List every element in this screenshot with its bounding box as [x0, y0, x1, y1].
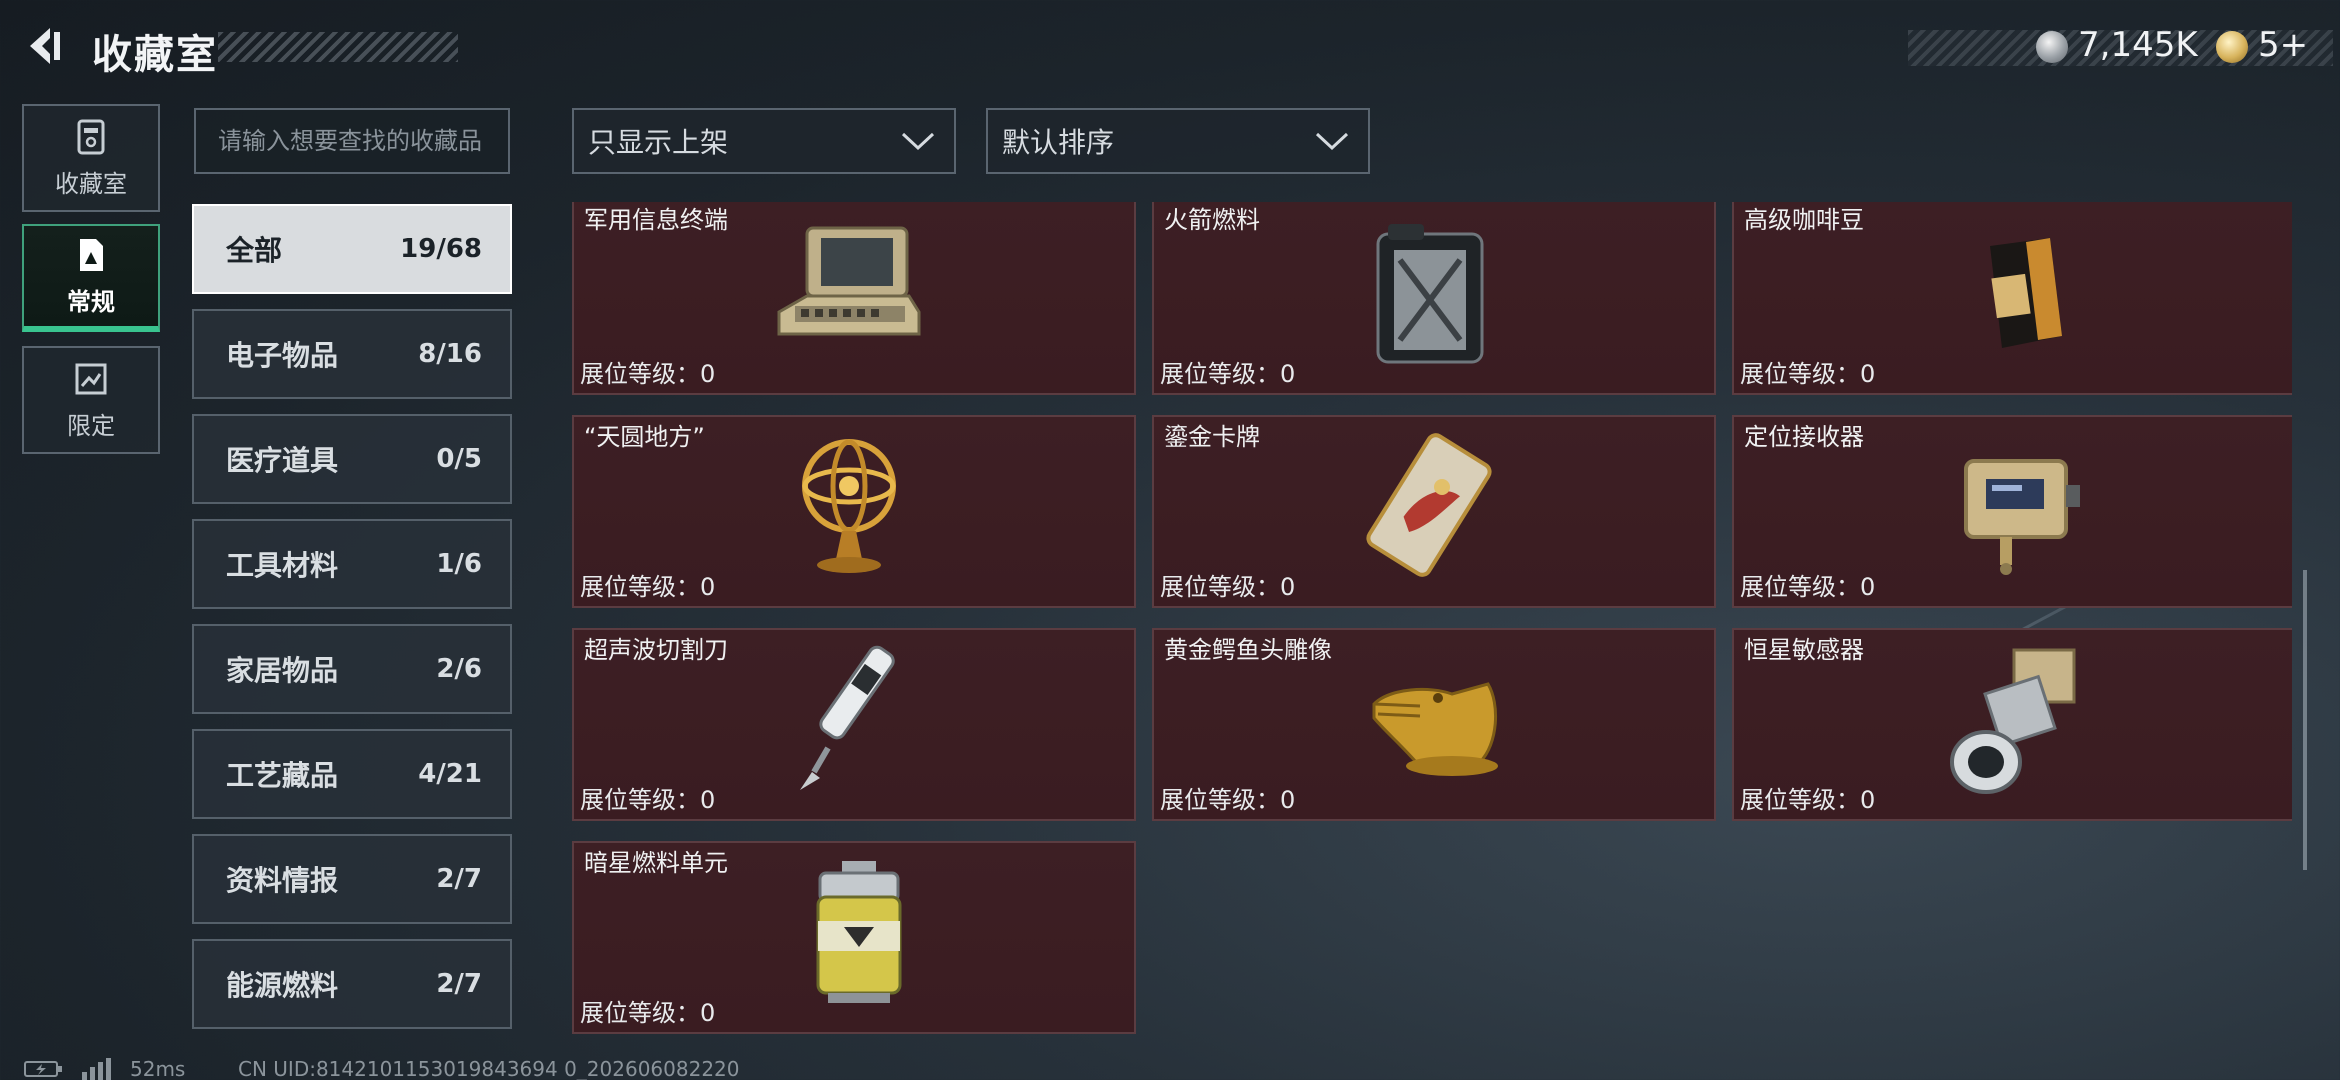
side-item-label: 限定 — [67, 411, 115, 440]
item-name: 超声波切割刀 — [584, 636, 728, 664]
item-level: 展位等级：0 — [1740, 360, 1876, 388]
collection-box-icon — [77, 119, 105, 154]
item-level: 展位等级：0 — [580, 786, 716, 814]
item-name: 鎏金卡牌 — [1164, 423, 1260, 451]
ping-value: 52ms — [130, 1057, 186, 1080]
category-electronics[interactable]: 电子物品 8/16 — [192, 309, 512, 399]
sort-label: 默认排序 — [1002, 126, 1115, 159]
item-card[interactable]: “天圆地方” 展位等级：0 — [572, 415, 1136, 608]
item-name: “天圆地方” — [584, 423, 705, 451]
item-level: 展位等级：0 — [580, 573, 716, 601]
category-name: 资料情报 — [226, 864, 339, 897]
item-level: 展位等级：0 — [1160, 573, 1296, 601]
signal-icon — [82, 1058, 111, 1080]
shelf-filter-label: 只显示上架 — [588, 126, 729, 159]
shelf-filter-dropdown[interactable]: 只显示上架 — [572, 108, 956, 174]
item-card[interactable]: 高级咖啡豆 展位等级：0 — [1732, 202, 2292, 395]
side-item-limited[interactable]: 限定 — [22, 346, 160, 454]
item-level: 展位等级：0 — [1740, 573, 1876, 601]
category-tools[interactable]: 工具材料 1/6 — [192, 519, 512, 609]
star-sensor-icon — [1950, 648, 2076, 794]
category-intel[interactable]: 资料情报 2/7 — [192, 834, 512, 924]
category-name: 工艺藏品 — [226, 759, 339, 792]
chevron-down-icon — [1315, 132, 1349, 151]
item-name: 暗星燃料单元 — [584, 849, 728, 877]
coffee-bag-icon — [1990, 238, 2062, 348]
fuel-canister-icon — [1376, 224, 1484, 364]
silver-coin-icon — [2036, 31, 2068, 63]
item-name: 高级咖啡豆 — [1744, 206, 1864, 234]
limited-card-icon — [75, 363, 107, 394]
gold-coin-icon — [2216, 31, 2248, 63]
item-level: 展位等级：0 — [1160, 360, 1296, 388]
side-item-label: 常规 — [67, 287, 115, 316]
category-count: 19/68 — [400, 234, 482, 264]
fuel-cell-icon — [816, 861, 902, 1003]
item-name: 火箭燃料 — [1164, 206, 1260, 234]
item-card[interactable]: 超声波切割刀 展位等级：0 — [572, 628, 1136, 821]
category-energy[interactable]: 能源燃料 2/7 — [192, 939, 512, 1029]
item-card[interactable]: 火箭燃料 展位等级：0 — [1152, 202, 1716, 395]
side-item-regular[interactable]: 常规 — [22, 224, 160, 332]
category-name: 家居物品 — [226, 654, 339, 687]
battery-icon — [24, 1061, 62, 1077]
category-name: 工具材料 — [226, 549, 339, 582]
item-card[interactable]: 定位接收器 展位等级：0 — [1732, 415, 2292, 608]
category-count: 2/7 — [436, 969, 482, 999]
category-medical[interactable]: 医疗道具 0/5 — [192, 414, 512, 504]
sort-dropdown[interactable]: 默认排序 — [986, 108, 1370, 174]
item-name: 黄金鳄鱼头雕像 — [1164, 636, 1332, 664]
item-card[interactable]: 恒星敏感器 展位等级：0 — [1732, 628, 2292, 821]
title-decoration — [218, 32, 458, 62]
category-count: 0/5 — [436, 444, 482, 474]
category-name: 全部 — [226, 234, 283, 267]
category-crafts[interactable]: 工艺藏品 4/21 — [192, 729, 512, 819]
item-card[interactable]: 鎏金卡牌 展位等级：0 — [1152, 415, 1716, 608]
search-input[interactable] — [194, 108, 510, 174]
grid-scrollbar[interactable] — [2303, 570, 2307, 870]
armillary-sphere-icon — [802, 439, 896, 573]
category-count: 2/7 — [436, 864, 482, 894]
item-card[interactable]: 黄金鳄鱼头雕像 展位等级：0 — [1152, 628, 1716, 821]
item-name: 军用信息终端 — [584, 206, 728, 234]
user-uid: CN UID:8142101153019843694 0_20260608222… — [238, 1057, 740, 1080]
category-name: 电子物品 — [226, 339, 339, 372]
page-title: 收藏室 — [92, 32, 218, 78]
category-name: 医疗道具 — [226, 444, 339, 477]
military-terminal-icon — [777, 226, 921, 336]
item-card[interactable]: 暗星燃料单元 展位等级：0 — [572, 841, 1136, 1034]
silver-currency-value: 7,145K — [2078, 25, 2198, 65]
back-arrow-icon[interactable] — [20, 22, 68, 70]
status-bar: 52ms — [24, 1057, 185, 1080]
item-level: 展位等级：0 — [580, 360, 716, 388]
gps-receiver-icon — [1964, 459, 2080, 575]
category-all[interactable]: 全部 19/68 — [192, 204, 512, 294]
category-count: 1/6 — [436, 549, 482, 579]
top-header: 收藏室 7,145K 5+ — [0, 0, 2340, 96]
item-level: 展位等级：0 — [580, 999, 716, 1027]
gilded-card-icon — [1366, 433, 1492, 577]
item-name: 定位接收器 — [1744, 423, 1864, 451]
item-name: 恒星敏感器 — [1744, 636, 1864, 664]
chevron-down-icon — [901, 132, 935, 151]
side-item-label: 收藏室 — [55, 169, 127, 198]
category-household[interactable]: 家居物品 2/6 — [192, 624, 512, 714]
golden-crocodile-icon — [1372, 682, 1498, 776]
item-level: 展位等级：0 — [1740, 786, 1876, 814]
item-level: 展位等级：0 — [1160, 786, 1296, 814]
gold-currency-value[interactable]: 5+ — [2258, 25, 2308, 65]
category-count: 4/21 — [418, 759, 482, 789]
category-count: 2/6 — [436, 654, 482, 684]
regular-doc-icon — [80, 238, 103, 271]
item-card[interactable]: 军用信息终端 展位等级：0 — [572, 202, 1136, 395]
collection-grid: 军用信息终端 展位等级：0 火箭燃料 展位等级：0 高级咖啡豆 展位等级：0 “… — [572, 202, 2292, 1034]
category-count: 8/16 — [418, 339, 482, 369]
side-item-collection[interactable]: 收藏室 — [22, 104, 160, 212]
ultrasonic-knife-icon — [800, 645, 895, 790]
category-name: 能源燃料 — [226, 969, 339, 1002]
